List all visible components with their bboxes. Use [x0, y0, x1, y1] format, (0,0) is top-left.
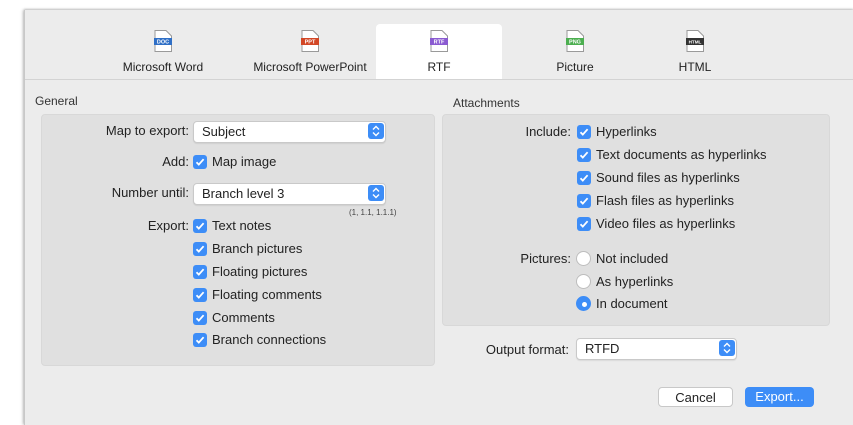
- number-until-select[interactable]: Branch level 3: [193, 183, 386, 205]
- rtf-document-icon: RTF: [430, 30, 448, 52]
- not-included-label: Not included: [596, 251, 669, 266]
- updown-arrows-icon: [368, 123, 384, 139]
- as-hyperlinks-label: As hyperlinks: [596, 274, 674, 289]
- powerpoint-document-icon: PPT: [301, 30, 319, 52]
- checkmark-icon: [577, 148, 591, 162]
- in-document-label: In document: [596, 296, 668, 311]
- branch-pictures-label: Branch pictures: [212, 241, 303, 256]
- add-label: Add:: [162, 154, 189, 169]
- export-label: Export:: [147, 218, 189, 233]
- format-word-label: Microsoft Word: [122, 60, 204, 74]
- checkmark-icon: [193, 242, 207, 256]
- svg-text:PNG: PNG: [569, 40, 581, 46]
- number-until-label: Number until:: [111, 185, 189, 200]
- map-to-export-label: Map to export:: [105, 123, 189, 138]
- radio-circle-icon: [576, 274, 591, 289]
- picture-document-icon: PNG: [566, 30, 584, 52]
- general-section-title: General: [35, 94, 78, 108]
- output-format-value: RTFD: [585, 341, 620, 356]
- checkmark-icon: [193, 333, 207, 347]
- cancel-button[interactable]: Cancel: [658, 387, 733, 407]
- format-html-label: HTML: [678, 60, 712, 74]
- general-panel: [41, 114, 435, 366]
- format-rtf-label: RTF: [427, 60, 451, 74]
- radio-circle-icon: [576, 251, 591, 266]
- include-label: Include:: [525, 124, 571, 139]
- hyperlinks-label: Hyperlinks: [596, 124, 657, 139]
- format-powerpoint-label: Microsoft PowerPoint: [253, 60, 367, 74]
- html-document-icon: HTML: [686, 30, 704, 52]
- output-format-select[interactable]: RTFD: [576, 338, 737, 360]
- output-format-label: Output format:: [485, 342, 569, 357]
- radio-selected-icon: [576, 296, 591, 311]
- floating-pictures-label: Floating pictures: [212, 264, 308, 279]
- checkmark-icon: [577, 194, 591, 208]
- map-to-export-select[interactable]: Subject: [193, 121, 386, 143]
- word-document-icon: DOC: [154, 30, 172, 52]
- checkmark-icon: [577, 171, 591, 185]
- text-notes-label: Text notes: [212, 218, 272, 233]
- map-image-label: Map image: [212, 154, 277, 169]
- format-picture-tab[interactable]: PNG Picture: [525, 24, 625, 78]
- video-files-label: Video files as hyperlinks: [596, 216, 736, 231]
- format-rtf-tab[interactable]: RTF RTF: [376, 24, 502, 79]
- export-button[interactable]: Export...: [745, 387, 814, 407]
- checkmark-icon: [193, 265, 207, 279]
- svg-text:DOC: DOC: [157, 40, 169, 46]
- sound-files-label: Sound files as hyperlinks: [596, 170, 740, 185]
- updown-arrows-icon: [719, 340, 735, 356]
- checkmark-icon: [193, 311, 207, 325]
- format-powerpoint-tab[interactable]: PPT Microsoft PowerPoint: [235, 24, 385, 78]
- checkmark-icon: [193, 155, 207, 169]
- checkmark-icon: [577, 217, 591, 231]
- flash-files-label: Flash files as hyperlinks: [596, 193, 734, 208]
- text-documents-label: Text documents as hyperlinks: [596, 147, 767, 162]
- comments-label: Comments: [212, 310, 275, 325]
- checkmark-icon: [577, 125, 591, 139]
- svg-text:PPT: PPT: [305, 40, 316, 46]
- format-html-tab[interactable]: HTML HTML: [645, 24, 745, 78]
- format-picture-label: Picture: [556, 60, 594, 74]
- numbering-hint: (1, 1.1, 1.1.1): [349, 208, 397, 217]
- number-until-value: Branch level 3: [202, 186, 285, 201]
- attachments-section-title: Attachments: [453, 96, 520, 110]
- format-word-tab[interactable]: DOC Microsoft Word: [117, 24, 209, 78]
- checkmark-icon: [193, 288, 207, 302]
- floating-comments-label: Floating comments: [212, 287, 322, 302]
- pictures-label: Pictures:: [520, 251, 571, 266]
- map-to-export-value: Subject: [202, 124, 246, 139]
- updown-arrows-icon: [368, 185, 384, 201]
- format-toolbar: DOC Microsoft Word PPT Microsoft PowerPo…: [25, 10, 853, 80]
- export-dialog: DOC Microsoft Word PPT Microsoft PowerPo…: [24, 10, 853, 425]
- checkmark-icon: [193, 219, 207, 233]
- svg-text:HTML: HTML: [689, 40, 702, 45]
- svg-text:RTF: RTF: [434, 40, 445, 46]
- branch-connections-label: Branch connections: [212, 332, 327, 347]
